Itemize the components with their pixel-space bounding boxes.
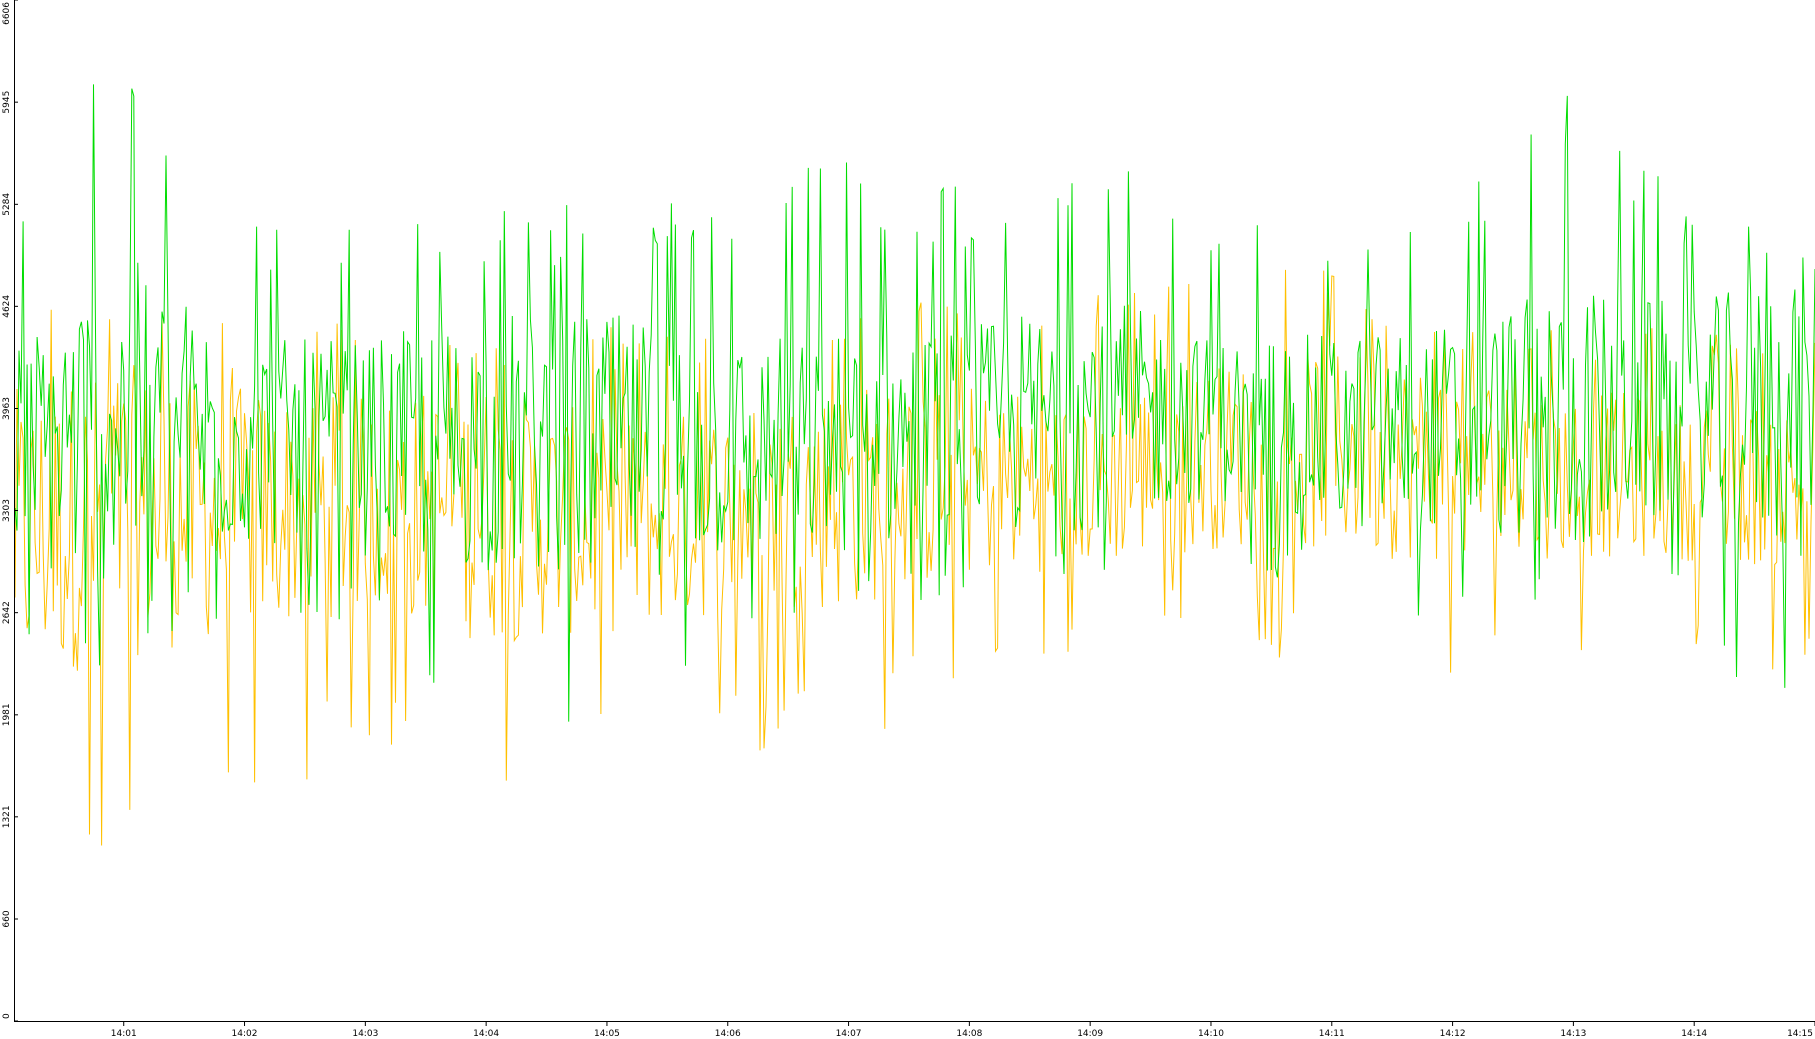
y-tick-label: 6606 [2, 2, 12, 25]
x-tick-label: 14:08 [956, 1029, 982, 1039]
x-tick-label: 14:03 [352, 1029, 378, 1039]
x-tick-label: 14:01 [111, 1029, 137, 1039]
x-tick-label: 14:14 [1681, 1029, 1707, 1039]
x-tick-label: 14:07 [836, 1029, 862, 1039]
y-tick-label: 1981 [2, 703, 12, 726]
x-axis-ticks: 14:01 14:02 14:03 14:04 14:05 14:06 14:07 14:08… [111, 1021, 1815, 1039]
x-tick-label: 14:10 [1198, 1029, 1224, 1039]
x-tick-label: 14:11 [1319, 1029, 1345, 1039]
x-tick-label: 14:02 [232, 1029, 258, 1039]
y-tick-label: 3963 [2, 397, 12, 420]
y-tick-label: 5284 [2, 193, 12, 216]
y-tick-label: 0 [2, 1013, 12, 1019]
x-tick-label: 14:13 [1560, 1029, 1586, 1039]
line-chart: 0 660 1321 1981 2642 3303 3963 4624 5284 5945 6606… [2, 0, 1815, 1039]
x-tick-label: 14:04 [473, 1029, 499, 1039]
y-axis-ticks: 0 660 1321 1981 2642 3303 3963 4624 5284 5945 6606 [2, 0, 18, 1022]
x-tick-label: 14:05 [594, 1029, 620, 1039]
x-tick-label: 14:12 [1440, 1029, 1466, 1039]
x-tick-label: 14:15 [1787, 1029, 1813, 1039]
y-tick-label: 5945 [2, 91, 12, 114]
y-tick-label: 660 [2, 910, 12, 927]
y-tick-label: 3303 [2, 499, 12, 522]
x-tick-label: 14:06 [715, 1029, 741, 1039]
y-tick-label: 4624 [2, 295, 12, 318]
x-tick-label: 14:09 [1077, 1029, 1103, 1039]
series-line-1 [14, 84, 1815, 722]
series-layer [14, 84, 1815, 846]
y-tick-label: 1321 [2, 805, 12, 828]
y-tick-label: 2642 [2, 601, 12, 624]
